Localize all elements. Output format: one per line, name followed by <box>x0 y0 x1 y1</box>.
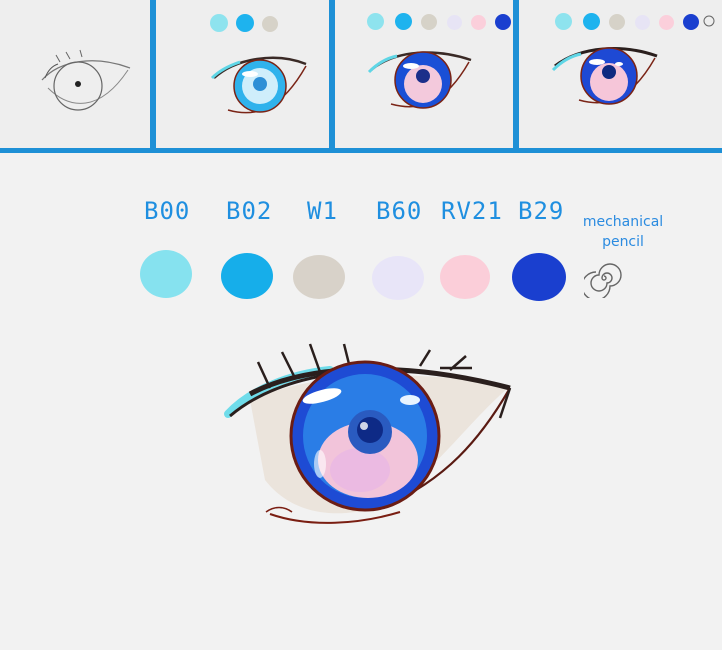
pencil-note-line1: mechanical <box>582 214 664 230</box>
swatch-rv21 <box>440 255 490 299</box>
step-panel-1 <box>0 0 150 148</box>
swatch-w1 <box>293 255 345 299</box>
final-eye-drawing <box>551 15 715 105</box>
marker-label-b00: B00 <box>144 197 191 225</box>
step-panel-3 <box>335 0 513 148</box>
large-eye-drawing <box>224 343 512 524</box>
pencil-note-line2: pencil <box>602 234 644 250</box>
tutorial-canvas: B00 B02 W1 B60 RV21 B29 mechanical penci… <box>0 0 722 650</box>
mini-pencil-icon <box>703 15 715 27</box>
marker-label-b29: B29 <box>518 197 565 225</box>
swatch-b60 <box>372 256 424 300</box>
swatch-b29 <box>512 253 566 301</box>
marker-label-rv21: RV21 <box>441 197 503 225</box>
marker-label-b60: B60 <box>376 197 423 225</box>
panel-divider <box>513 0 519 152</box>
mid-blue-eye-drawing <box>367 51 472 109</box>
panel-divider <box>0 148 722 153</box>
light-blue-eye-drawing <box>210 56 307 114</box>
spiral-icon <box>584 263 622 298</box>
marker-label-w1: W1 <box>307 197 338 225</box>
step-panel-2 <box>156 0 329 148</box>
swatch-b02 <box>221 253 273 299</box>
marker-label-b02: B02 <box>226 197 273 225</box>
pencil-note: mechanical pencil <box>578 212 668 252</box>
panel-divider <box>150 0 156 152</box>
sketch-eye-drawing <box>41 49 131 111</box>
swatch-b00 <box>140 250 192 298</box>
step-panel-4 <box>519 0 722 148</box>
panel-divider <box>329 0 335 152</box>
